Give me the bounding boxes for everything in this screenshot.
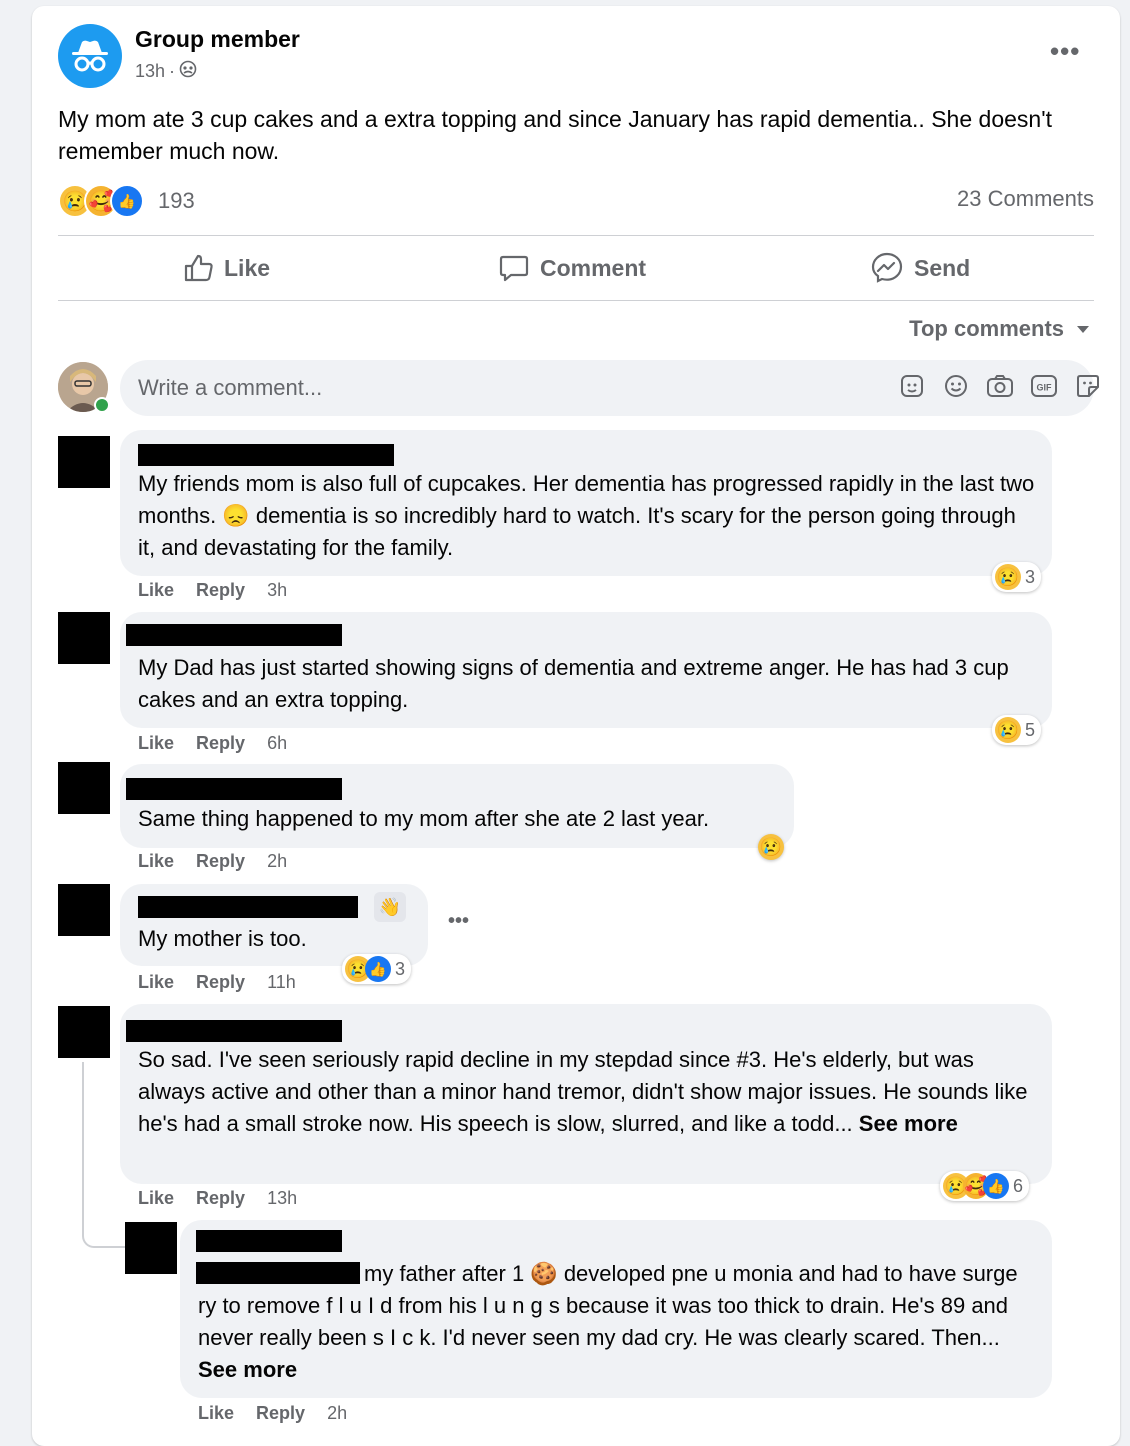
comment-time[interactable]: 6h	[267, 733, 287, 754]
comment-reply-button[interactable]: Reply	[196, 851, 245, 872]
comment-reactions[interactable]: 😢 🥰 👍 6	[940, 1171, 1030, 1201]
camera-icon[interactable]	[986, 372, 1014, 400]
comment-text: So sad. I've seen seriously rapid declin…	[138, 1044, 1038, 1140]
see-more-link[interactable]: See more	[198, 1357, 297, 1382]
comment-like-button[interactable]: Like	[138, 1188, 174, 1209]
comment-meta: Like Reply 13h	[138, 1188, 297, 1209]
like-reaction-icon: 👍	[983, 1173, 1009, 1199]
redacted-name	[138, 444, 394, 466]
comment-reply-button[interactable]: Reply	[196, 580, 245, 601]
comment-meta: Like Reply 2h	[138, 851, 287, 872]
comment-meta: Like Reply 11h	[138, 972, 296, 993]
like-button[interactable]: Like	[182, 250, 270, 286]
post-options-button[interactable]: •••	[1050, 36, 1080, 67]
post-meta: 13h ·	[135, 60, 197, 83]
comment-reactions[interactable]: 😢 3	[992, 562, 1042, 592]
comment-like-button[interactable]: Like	[138, 580, 174, 601]
anonymous-avatar-icon[interactable]	[58, 24, 122, 88]
sort-comments-dropdown[interactable]: Top comments	[909, 316, 1090, 342]
comment-icon	[499, 255, 529, 282]
comment-placeholder: Write a comment...	[138, 375, 323, 400]
commenter-avatar[interactable]	[58, 884, 110, 936]
reply-meta: Like Reply 2h	[198, 1403, 347, 1424]
comment-reaction-count: 5	[1025, 719, 1036, 740]
caret-down-icon	[1077, 326, 1089, 333]
messenger-icon	[871, 252, 903, 283]
commenter-avatar[interactable]	[58, 612, 110, 664]
comment-text: Same thing happened to my mom after she …	[138, 806, 710, 831]
sad-reaction-icon: 😢	[995, 717, 1021, 743]
post-author[interactable]: Group member	[135, 26, 300, 53]
redacted-name	[126, 624, 342, 646]
comment-reply-button[interactable]: Reply	[196, 733, 245, 754]
commenter-avatar[interactable]	[58, 1006, 110, 1058]
post-reactions[interactable]: 😢 🥰 👍 193	[58, 184, 195, 218]
sad-reaction-icon[interactable]: 😢	[758, 834, 784, 860]
waving-hand-badge-icon: 👋	[374, 892, 406, 922]
divider	[58, 235, 1094, 236]
reply-text-part: my father after 1	[364, 1261, 531, 1286]
comment-like-button[interactable]: Like	[138, 851, 174, 872]
comment-reactions[interactable]: 😢 👍 3	[342, 954, 412, 984]
cookie-emoji-icon: 🍪	[530, 1261, 558, 1286]
thumbs-up-icon	[184, 254, 213, 282]
comment-meta: Like Reply 6h	[138, 733, 287, 754]
like-reaction-icon: 👍	[365, 956, 391, 982]
comment-options-button[interactable]: •••	[448, 910, 469, 933]
comment-text-part: dementia is so incredibly hard to watch.…	[138, 503, 1016, 560]
comment-like-button[interactable]: Like	[138, 972, 174, 993]
reaction-count[interactable]: 193	[158, 188, 195, 214]
composer-tools: GIF	[898, 372, 1102, 400]
comments-count[interactable]: 23 Comments	[957, 186, 1094, 212]
comment-reaction-count: 6	[1013, 1175, 1024, 1196]
emoji-icon[interactable]	[942, 372, 970, 400]
comment-text: My Dad has just started showing signs of…	[138, 655, 1009, 712]
send-button[interactable]: Send	[870, 250, 970, 286]
redacted-name	[126, 1020, 342, 1042]
send-label: Send	[914, 254, 971, 281]
redacted-name	[196, 1230, 342, 1252]
divider	[58, 300, 1094, 301]
comment-time[interactable]: 2h	[267, 851, 287, 872]
reply-like-button[interactable]: Like	[198, 1403, 234, 1424]
sticker-icon[interactable]	[1074, 372, 1102, 400]
disappointed-emoji-icon: 😞	[222, 503, 250, 528]
redacted-name	[126, 778, 342, 800]
comment-like-button[interactable]: Like	[138, 733, 174, 754]
comment-reactions[interactable]: 😢 5	[992, 715, 1042, 745]
replier-avatar[interactable]	[125, 1222, 177, 1274]
comment-label: Comment	[540, 254, 647, 281]
like-reaction-icon: 👍	[110, 184, 144, 218]
commenter-avatar[interactable]	[58, 762, 110, 814]
meta-separator: ·	[169, 61, 176, 81]
reply-text: my father after 1 🍪 developed pne u moni…	[198, 1258, 1038, 1386]
gif-icon[interactable]: GIF	[1030, 372, 1058, 400]
avatar-sticker-icon[interactable]	[898, 372, 926, 400]
sort-label: Top comments	[909, 316, 1064, 341]
comment-reaction-count: 3	[1025, 566, 1036, 587]
comment-text: My friends mom is also full of cupcakes.…	[138, 468, 1038, 564]
comment-time[interactable]: 11h	[267, 972, 296, 993]
commenter-avatar[interactable]	[58, 436, 110, 488]
reply-text-part: developed pne u monia and had to have su…	[198, 1261, 1018, 1350]
like-label: Like	[224, 254, 271, 281]
reply-reply-button[interactable]: Reply	[256, 1403, 305, 1424]
post-text: My mom ate 3 cup cakes and a extra toppi…	[58, 106, 1052, 164]
post-time[interactable]: 13h	[135, 61, 165, 82]
comment-meta: Like Reply 3h	[138, 580, 287, 601]
comment-reply-button[interactable]: Reply	[196, 972, 245, 993]
comment-time[interactable]: 13h	[267, 1188, 297, 1209]
sad-reaction-icon: 😢	[995, 564, 1021, 590]
redacted-name	[138, 896, 358, 918]
svg-text:GIF: GIF	[1037, 383, 1053, 393]
reply-time[interactable]: 2h	[327, 1403, 347, 1424]
online-status-dot	[94, 397, 110, 413]
group-privacy-icon	[179, 60, 197, 83]
comment-reply-button[interactable]: Reply	[196, 1188, 245, 1209]
comment-time[interactable]: 3h	[267, 580, 287, 601]
comment-button[interactable]: Comment	[498, 250, 646, 286]
see-more-link[interactable]: See more	[859, 1111, 958, 1136]
comment-reaction-count: 3	[395, 958, 406, 979]
comment-text: My mother is too.	[138, 926, 307, 951]
